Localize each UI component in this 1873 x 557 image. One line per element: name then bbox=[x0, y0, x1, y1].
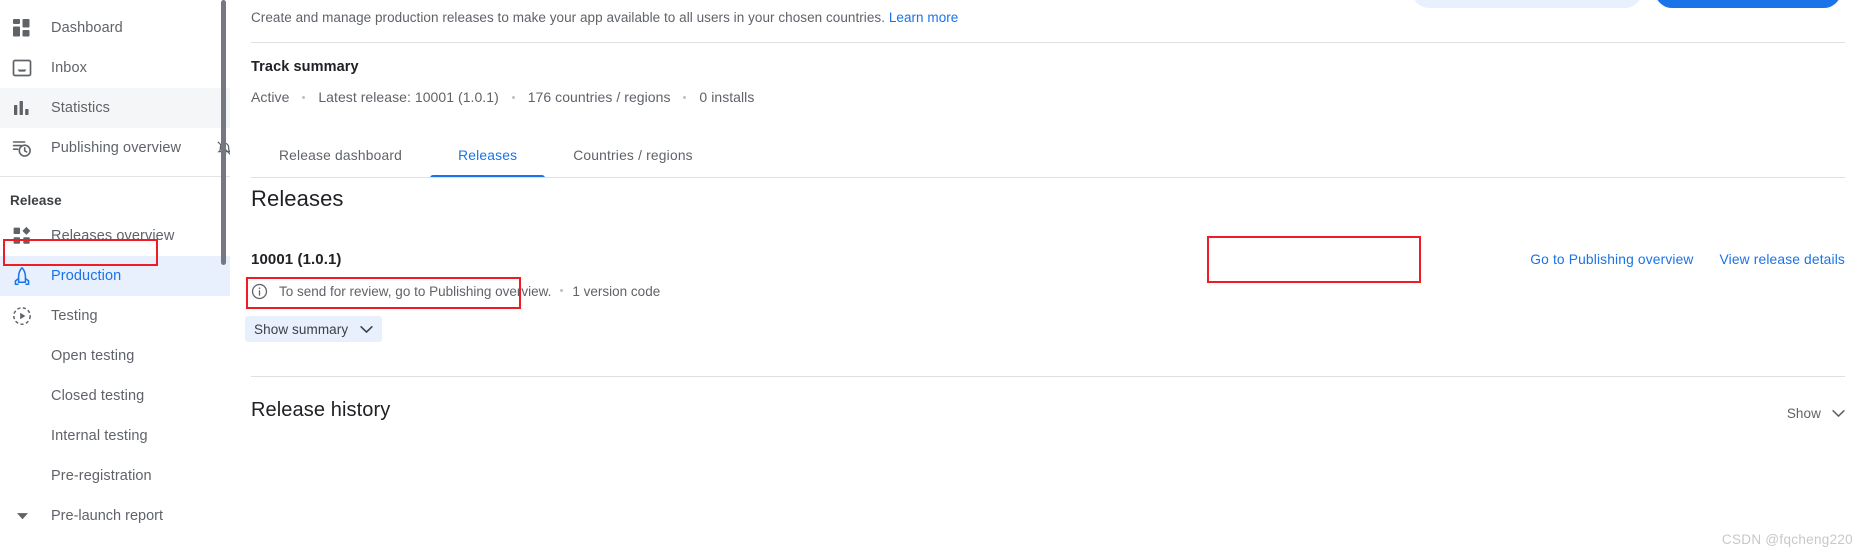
secondary-action-button[interactable] bbox=[1412, 0, 1642, 8]
inbox-icon bbox=[10, 56, 34, 80]
track-summary-details: Active Latest release: 10001 (1.0.1) 176… bbox=[251, 89, 754, 105]
sidebar: Dashboard Inbox Statistics Publishing ov… bbox=[0, 0, 248, 557]
chevron-down-icon bbox=[360, 325, 373, 334]
sidebar-item-releases-overview[interactable]: Releases overview bbox=[0, 216, 248, 256]
statistics-icon bbox=[10, 96, 34, 120]
release-status-message: To send for review, go to Publishing ove… bbox=[279, 284, 552, 299]
sidebar-item-label: Publishing overview bbox=[51, 140, 182, 156]
content-scrollbar[interactable] bbox=[221, 0, 226, 265]
sidebar-item-label: Testing bbox=[51, 308, 98, 324]
show-summary-label: Show summary bbox=[254, 321, 349, 337]
go-to-publishing-overview-link[interactable]: Go to Publishing overview bbox=[1530, 252, 1693, 267]
sidebar-item-statistics[interactable]: Statistics bbox=[0, 88, 248, 128]
sidebar-item-dashboard[interactable]: Dashboard bbox=[0, 8, 248, 48]
sidebar-item-label: Pre-launch report bbox=[51, 508, 164, 524]
tab-releases[interactable]: Releases bbox=[430, 132, 546, 178]
sidebar-item-label: Production bbox=[51, 268, 122, 284]
sidebar-item-inbox[interactable]: Inbox bbox=[0, 48, 248, 88]
tab-countries-regions[interactable]: Countries / regions bbox=[545, 132, 721, 178]
tab-label: Releases bbox=[458, 147, 518, 163]
separator-dot-icon bbox=[683, 95, 687, 99]
main-content bbox=[230, 0, 1873, 557]
sidebar-item-label: Internal testing bbox=[51, 428, 148, 444]
publishing-overview-icon bbox=[10, 136, 34, 160]
view-release-details-link[interactable]: View release details bbox=[1720, 252, 1845, 267]
sidebar-item-label: Releases overview bbox=[51, 228, 175, 244]
sidebar-group-title-release: Release bbox=[10, 193, 62, 208]
show-summary-button[interactable]: Show summary bbox=[245, 316, 383, 342]
divider-bottom bbox=[251, 376, 1845, 377]
tab-label: Release dashboard bbox=[279, 147, 403, 163]
sidebar-item-label: Closed testing bbox=[51, 388, 145, 404]
sidebar-item-pre-launch-report[interactable]: Pre-launch report bbox=[0, 496, 248, 536]
track-status: Active bbox=[251, 89, 290, 105]
release-history-show-toggle[interactable]: Show bbox=[1787, 406, 1845, 421]
sidebar-item-internal-testing[interactable]: Internal testing bbox=[0, 416, 248, 456]
sidebar-item-label: Pre-registration bbox=[51, 468, 152, 484]
dashboard-icon bbox=[10, 16, 34, 40]
watermark: CSDN @fqcheng220 bbox=[1721, 532, 1853, 547]
track-installs: 0 installs bbox=[699, 89, 755, 105]
sidebar-item-label: Open testing bbox=[51, 348, 135, 364]
caret-down-icon[interactable] bbox=[10, 504, 34, 528]
sidebar-item-open-testing[interactable]: Open testing bbox=[0, 336, 248, 376]
sidebar-item-pre-registration[interactable]: Pre-registration bbox=[0, 456, 248, 496]
separator-dot-icon bbox=[560, 289, 564, 292]
play-console-production-releases-page: Dashboard Inbox Statistics Publishing ov… bbox=[0, 0, 1873, 557]
track-tabs: Release dashboard Releases Countries / r… bbox=[251, 132, 721, 178]
sidebar-item-label: Inbox bbox=[51, 60, 87, 76]
track-countries: 176 countries / regions bbox=[527, 89, 671, 105]
sidebar-item-label: Statistics bbox=[51, 100, 111, 116]
testing-icon bbox=[10, 304, 34, 328]
release-version-name: 10001 (1.0.1) bbox=[251, 251, 342, 268]
separator-dot-icon bbox=[302, 95, 306, 99]
tab-release-dashboard[interactable]: Release dashboard bbox=[251, 132, 430, 178]
sidebar-item-publishing-overview[interactable]: Publishing overview bbox=[0, 128, 248, 168]
page-intro-text: Create and manage production releases to… bbox=[251, 10, 958, 25]
release-history-show-label: Show bbox=[1786, 406, 1821, 421]
tabs-underline bbox=[251, 177, 1845, 178]
page-title: Releases bbox=[251, 186, 344, 211]
release-history-title: Release history bbox=[251, 399, 391, 421]
learn-more-link[interactable]: Learn more bbox=[889, 10, 959, 25]
release-version-code-count: 1 version code bbox=[572, 284, 661, 299]
releases-overview-icon bbox=[10, 224, 34, 248]
chevron-down-icon bbox=[1832, 409, 1845, 418]
release-action-links: Go to Publishing overview View release d… bbox=[1210, 252, 1845, 267]
track-latest-release: Latest release: 10001 (1.0.1) bbox=[318, 89, 499, 105]
divider-top bbox=[251, 42, 1845, 43]
release-status-row: To send for review, go to Publishing ove… bbox=[251, 283, 660, 300]
production-icon bbox=[10, 264, 34, 288]
tab-label: Countries / regions bbox=[573, 147, 693, 163]
info-icon bbox=[251, 283, 268, 300]
sidebar-item-closed-testing[interactable]: Closed testing bbox=[0, 376, 248, 416]
sidebar-item-production[interactable]: Production bbox=[0, 256, 248, 296]
primary-action-button[interactable] bbox=[1655, 0, 1841, 8]
sidebar-item-label: Dashboard bbox=[51, 20, 123, 36]
track-summary-heading: Track summary bbox=[251, 59, 359, 75]
separator-dot-icon bbox=[511, 95, 515, 99]
sidebar-item-testing[interactable]: Testing bbox=[0, 296, 248, 336]
page-intro-sentence: Create and manage production releases to… bbox=[251, 10, 886, 25]
